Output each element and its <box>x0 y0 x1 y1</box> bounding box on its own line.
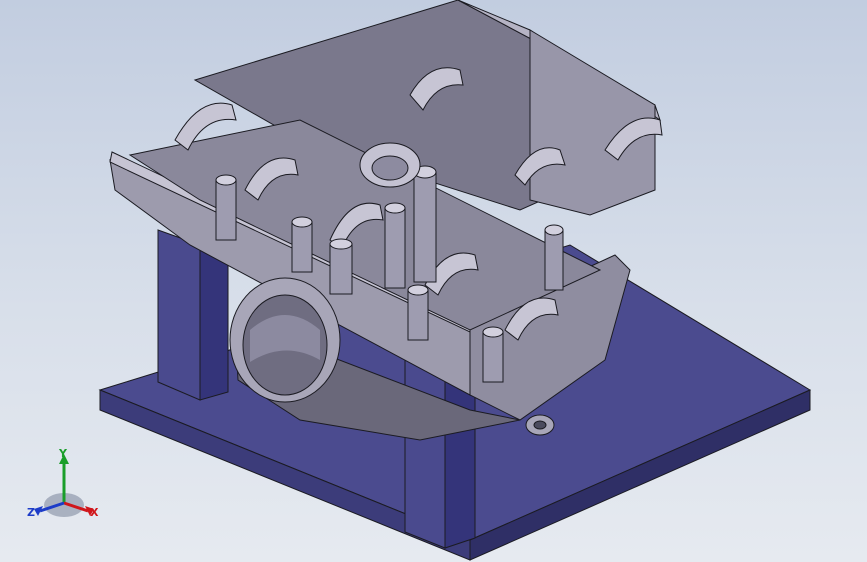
boss-6 <box>407 289 429 341</box>
crankshaft-bore <box>229 277 341 403</box>
crank-disk-inner <box>371 155 409 181</box>
cad-model-scene[interactable] <box>0 0 867 562</box>
boss-7-top <box>482 326 504 338</box>
column-left-front <box>157 229 201 401</box>
boss-5-top <box>384 202 406 214</box>
boss-8-top <box>544 224 564 236</box>
boss-6-top <box>407 284 429 296</box>
boss-2-top <box>291 216 313 228</box>
triad-y-label: Y <box>58 448 68 460</box>
boss-3-top <box>329 238 353 250</box>
crank-disk <box>359 142 421 188</box>
boss-7 <box>482 331 504 383</box>
boss-1-top <box>215 174 237 186</box>
boss-1 <box>215 179 237 241</box>
mounting-lug <box>525 414 555 436</box>
lug-hole <box>533 420 547 430</box>
boss-2 <box>291 221 313 273</box>
triad-z-label: Z <box>27 506 35 519</box>
boss-8 <box>544 229 564 291</box>
graphics-viewport[interactable]: Y X Z <box>0 0 867 562</box>
boss-3 <box>329 243 353 295</box>
triad-x-label: X <box>90 506 99 519</box>
boss-5 <box>384 207 406 289</box>
boss-4 <box>413 171 437 283</box>
coordinate-triad: Y X Z <box>27 448 99 519</box>
